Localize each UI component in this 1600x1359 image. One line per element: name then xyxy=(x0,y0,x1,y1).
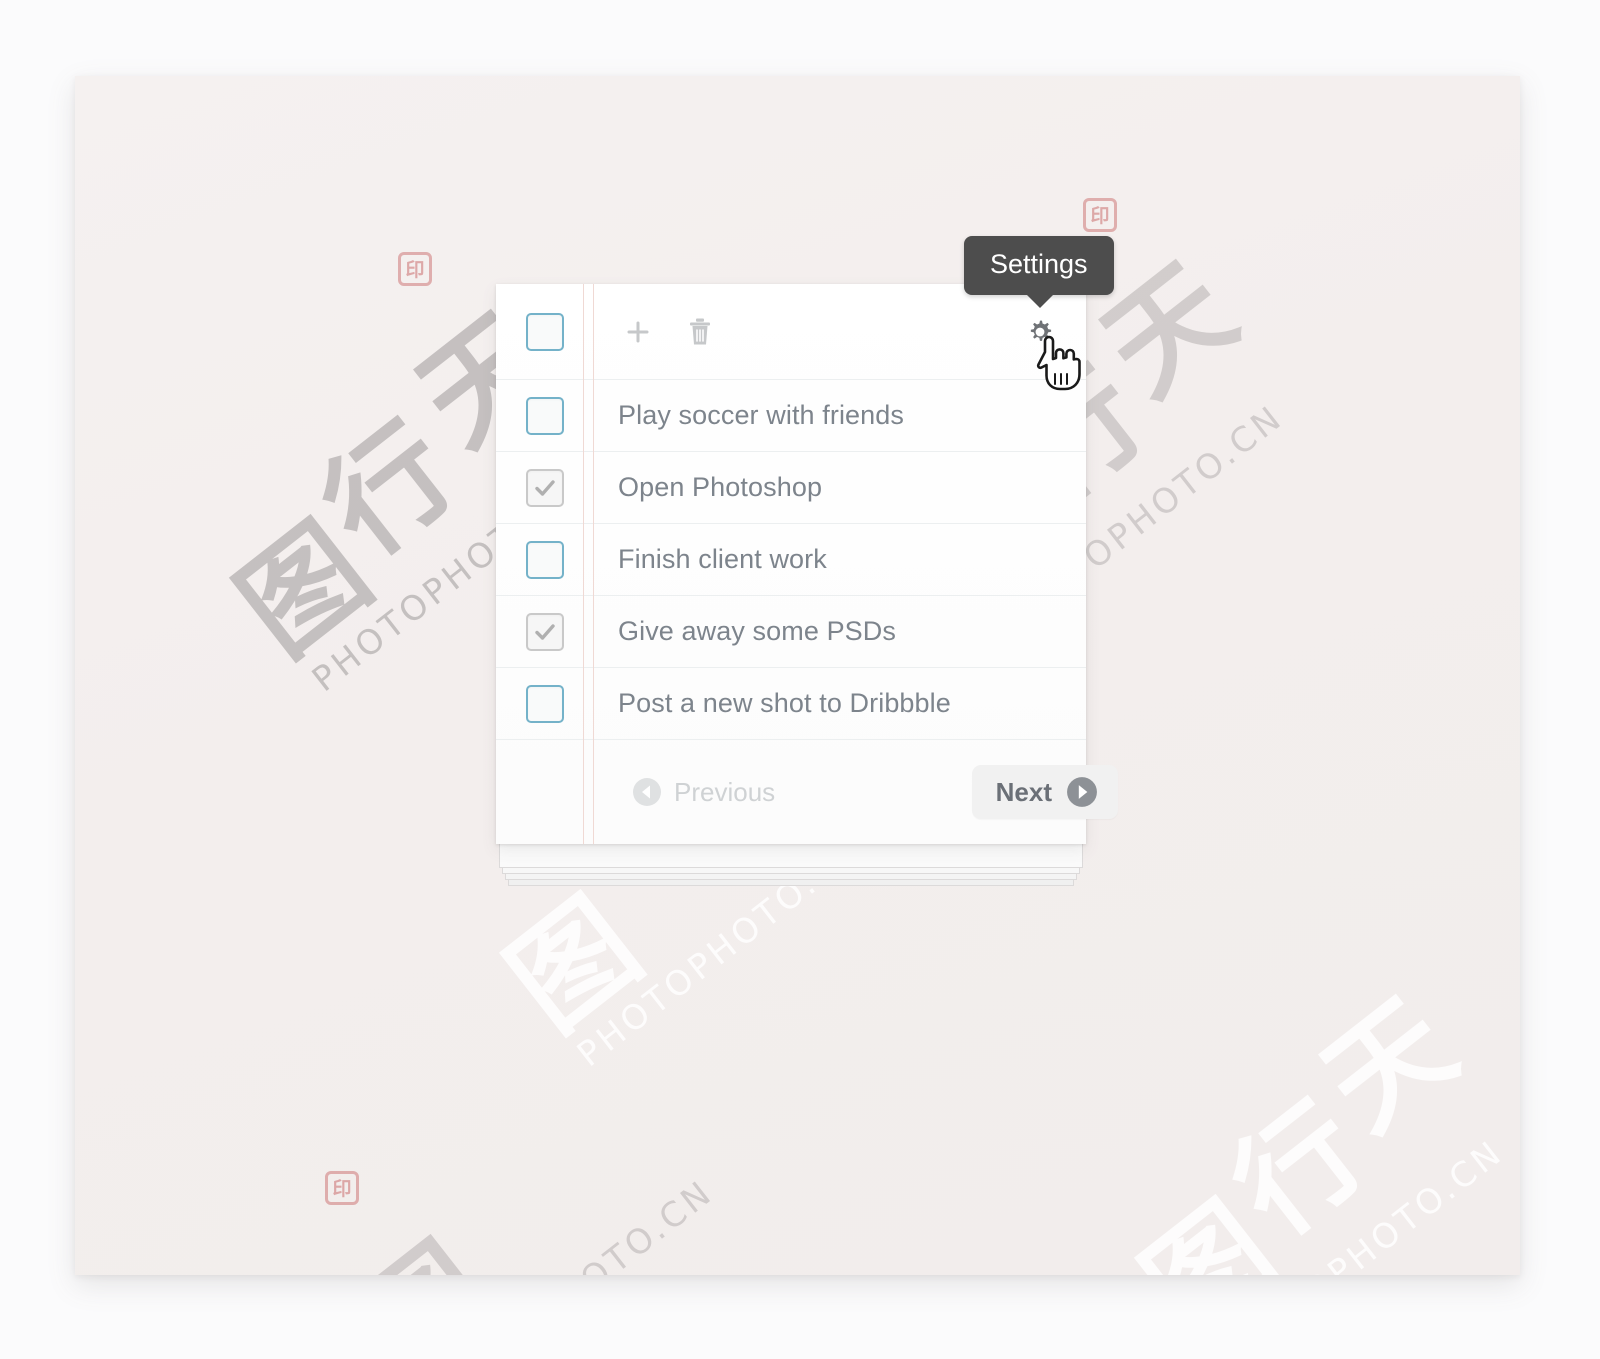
table-row[interactable]: Open Photoshop xyxy=(496,452,1086,524)
todo-card-stack: Settings Play soccer with friends Open P… xyxy=(496,236,1118,886)
settings-button[interactable] xyxy=(1020,312,1060,352)
table-row[interactable]: Post a new shot to Dribbble xyxy=(496,668,1086,740)
add-task-button[interactable] xyxy=(618,312,658,352)
previous-button[interactable]: Previous xyxy=(618,767,789,818)
settings-tooltip-label: Settings xyxy=(990,249,1088,279)
select-all-checkbox[interactable] xyxy=(525,312,564,351)
margin-rule xyxy=(583,284,584,844)
task-checkbox-cell xyxy=(496,468,593,507)
watermark-text: PHOTOPHOTO.CN xyxy=(1209,1132,1512,1275)
watermark-seal: 印 xyxy=(398,252,432,286)
task-body: Play soccer with friends xyxy=(593,380,1086,451)
gear-icon xyxy=(1030,320,1052,341)
arrow-left-circle-icon xyxy=(633,778,661,806)
task-label[interactable]: Play soccer with friends xyxy=(618,400,904,431)
watermark-seal: 印 xyxy=(325,1171,359,1205)
task-checkbox-cell xyxy=(496,396,593,435)
pagination-row: Previous Next xyxy=(496,740,1118,844)
task-label[interactable]: Give away some PSDs xyxy=(618,616,896,647)
margin-rule xyxy=(593,284,594,844)
tooltip-arrow-icon xyxy=(1026,294,1054,308)
settings-tooltip: Settings xyxy=(964,236,1114,308)
select-all-cell xyxy=(496,312,593,351)
todo-card: Settings Play soccer with friends Open P… xyxy=(496,236,1118,844)
table-row[interactable]: Play soccer with friends xyxy=(496,380,1086,452)
previous-label: Previous xyxy=(674,776,776,807)
table-row[interactable]: Give away some PSDs xyxy=(496,596,1086,668)
watermark-glyph: 天 xyxy=(1299,973,1480,1158)
watermark-glyph: 图 xyxy=(335,1219,515,1275)
watermark-glyph: 图 xyxy=(214,498,395,683)
plus-icon xyxy=(627,321,649,342)
task-checkbox[interactable] xyxy=(525,396,564,435)
task-body: Open Photoshop xyxy=(593,452,1086,523)
watermark-text: PHOTOPHOTO.CN xyxy=(420,1172,721,1275)
task-body: Post a new shot to Dribbble xyxy=(593,668,1086,739)
watermark-glyph: 图 xyxy=(1119,1178,1300,1275)
delete-task-button[interactable] xyxy=(680,312,720,352)
task-label[interactable]: Post a new shot to Dribbble xyxy=(618,688,951,719)
task-checkbox[interactable] xyxy=(525,684,564,723)
task-label[interactable]: Finish client work xyxy=(618,544,827,575)
trash-icon xyxy=(690,318,710,344)
task-checkbox-cell xyxy=(496,684,593,723)
table-row[interactable]: Finish client work xyxy=(496,524,1086,596)
toolbar-row xyxy=(496,284,1086,380)
check-icon xyxy=(534,479,555,496)
watermark-glyph: 图 xyxy=(484,873,665,1058)
task-checkbox[interactable] xyxy=(525,540,564,579)
arrow-right-circle-icon xyxy=(1067,777,1097,807)
toolbar-actions xyxy=(593,284,1086,379)
task-body: Give away some PSDs xyxy=(593,596,1086,667)
task-checkbox[interactable] xyxy=(525,468,564,507)
next-label: Next xyxy=(995,776,1052,807)
watermark-glyph: 行 xyxy=(1209,1078,1390,1263)
check-icon xyxy=(534,623,555,640)
task-checkbox-cell xyxy=(496,612,593,651)
task-label[interactable]: Open Photoshop xyxy=(618,472,822,503)
pagination-controls: Previous Next xyxy=(593,740,1118,844)
page-canvas: 图 行 天 PHOTOPHOTO.CN 印 图 行 天 PHOTOPHOTO.C… xyxy=(75,76,1520,1275)
watermark-glyph: 行 xyxy=(299,398,480,583)
task-body: Finish client work xyxy=(593,524,1086,595)
task-checkbox-cell xyxy=(496,540,593,579)
task-checkbox[interactable] xyxy=(525,612,564,651)
next-button[interactable]: Next xyxy=(971,765,1118,819)
watermark-seal: 印 xyxy=(1083,198,1117,232)
